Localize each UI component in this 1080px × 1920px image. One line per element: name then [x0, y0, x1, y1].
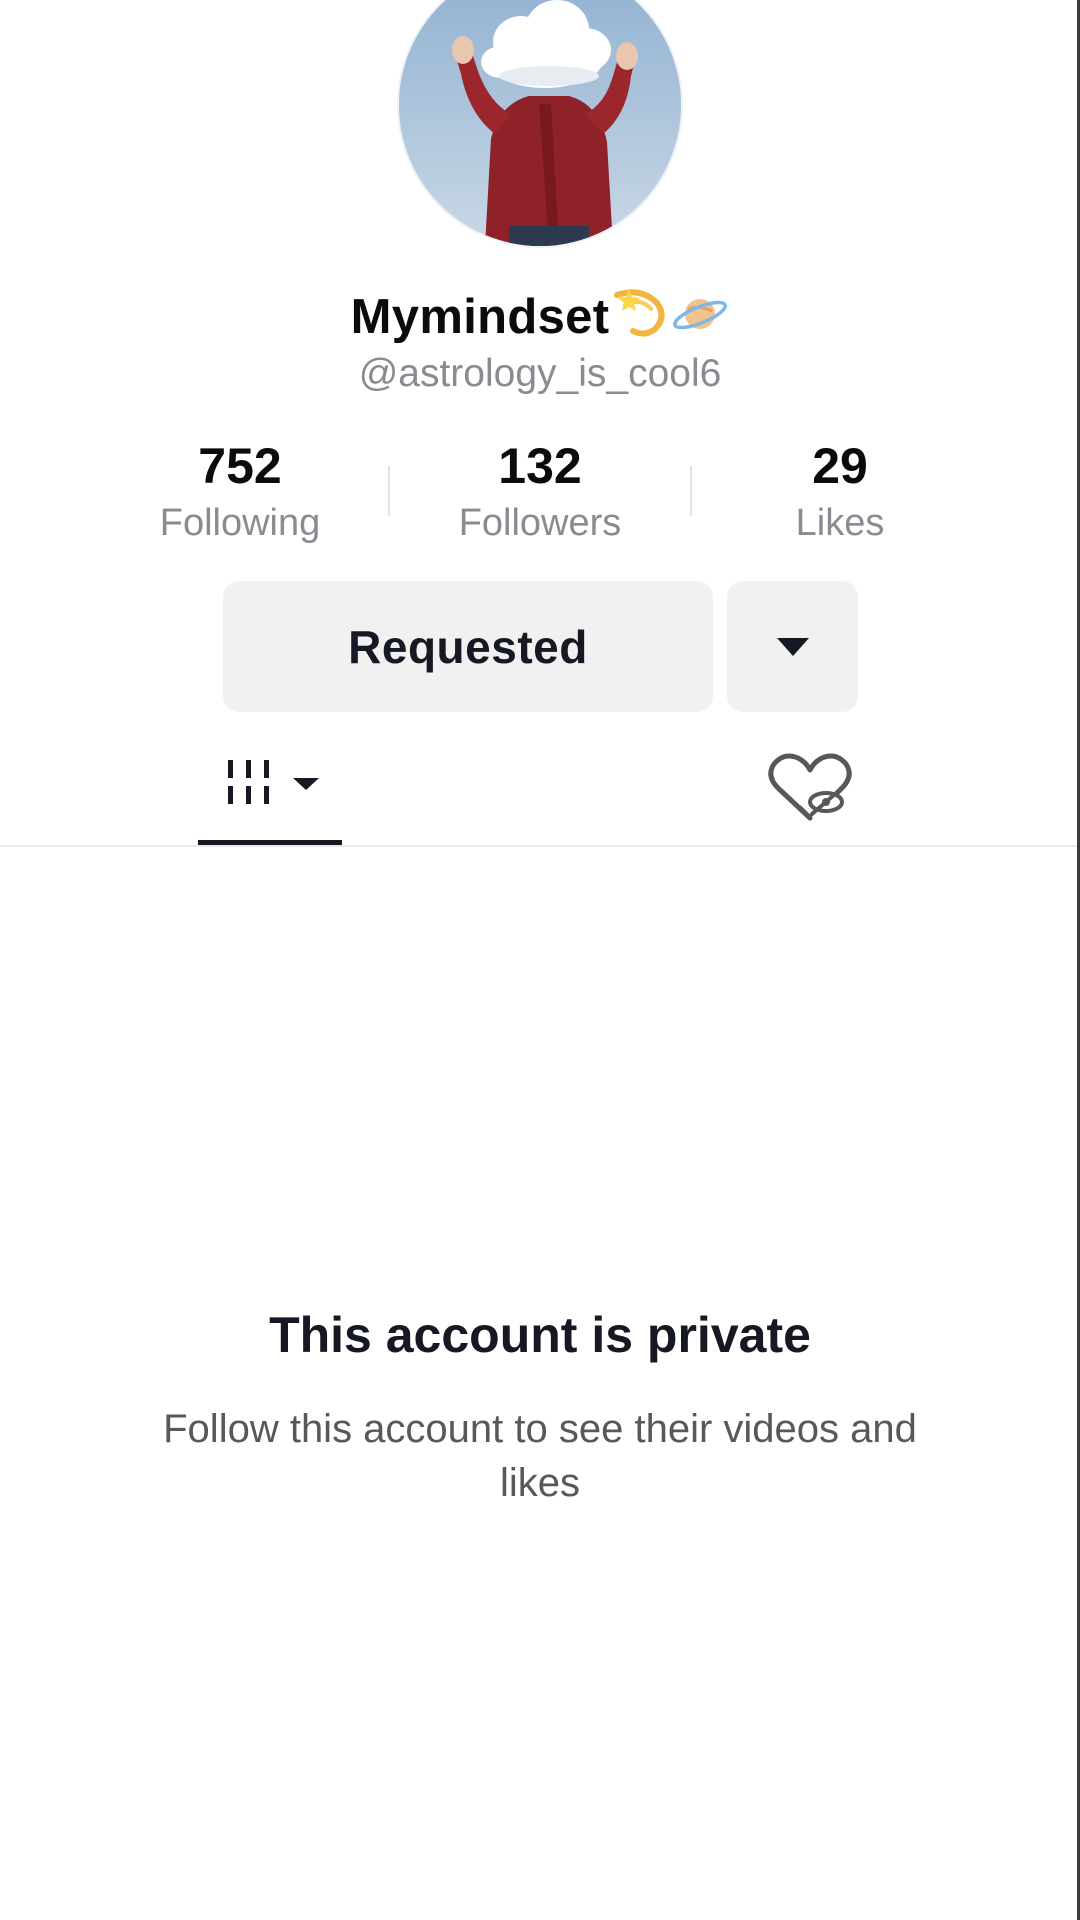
display-name: Mymindset: [0, 283, 1080, 351]
suggested-accounts-dropdown-button[interactable]: [727, 581, 858, 712]
caret-down-icon: [776, 637, 809, 656]
ringed-planet-emoji-icon: [671, 289, 729, 351]
stat-likes: 29 Likes: [690, 436, 990, 548]
stat-followers[interactable]: 132 Followers: [390, 436, 690, 548]
private-account-description: Follow this account to see their videos …: [163, 1407, 917, 1505]
grid-icon: [228, 760, 319, 804]
avatar-image: [399, 0, 681, 246]
tabs-divider: [0, 845, 1080, 847]
stat-following-value: 752: [198, 438, 282, 494]
dizzy-emoji-icon: [611, 283, 669, 351]
stat-followers-value: 132: [498, 438, 582, 494]
stat-following[interactable]: 752 Following: [90, 436, 390, 548]
tab-liked[interactable]: [760, 748, 860, 828]
stat-followers-label: Followers: [458, 502, 622, 544]
display-name-text: Mymindset: [350, 290, 610, 344]
hidden-liked-heart-icon: [768, 753, 852, 821]
profile-screen: Mymindset @astrology_is_cool6 752 Follow…: [0, 0, 1080, 1920]
private-account-title: This account is private: [269, 1307, 811, 1363]
stat-following-label: Following: [159, 502, 321, 544]
stat-likes-value: 29: [812, 438, 868, 494]
stats-row: 752 Following 132 Followers 29 Likes: [0, 436, 1080, 546]
requested-button[interactable]: Requested: [223, 581, 713, 712]
stat-divider: [690, 466, 692, 516]
avatar[interactable]: [399, 0, 681, 246]
tab-videos[interactable]: [198, 740, 342, 846]
stat-likes-label: Likes: [795, 502, 885, 544]
tab-dropdown-caret-icon: [293, 778, 319, 790]
stat-divider: [388, 466, 390, 516]
username: @astrology_is_cool6: [358, 352, 722, 395]
